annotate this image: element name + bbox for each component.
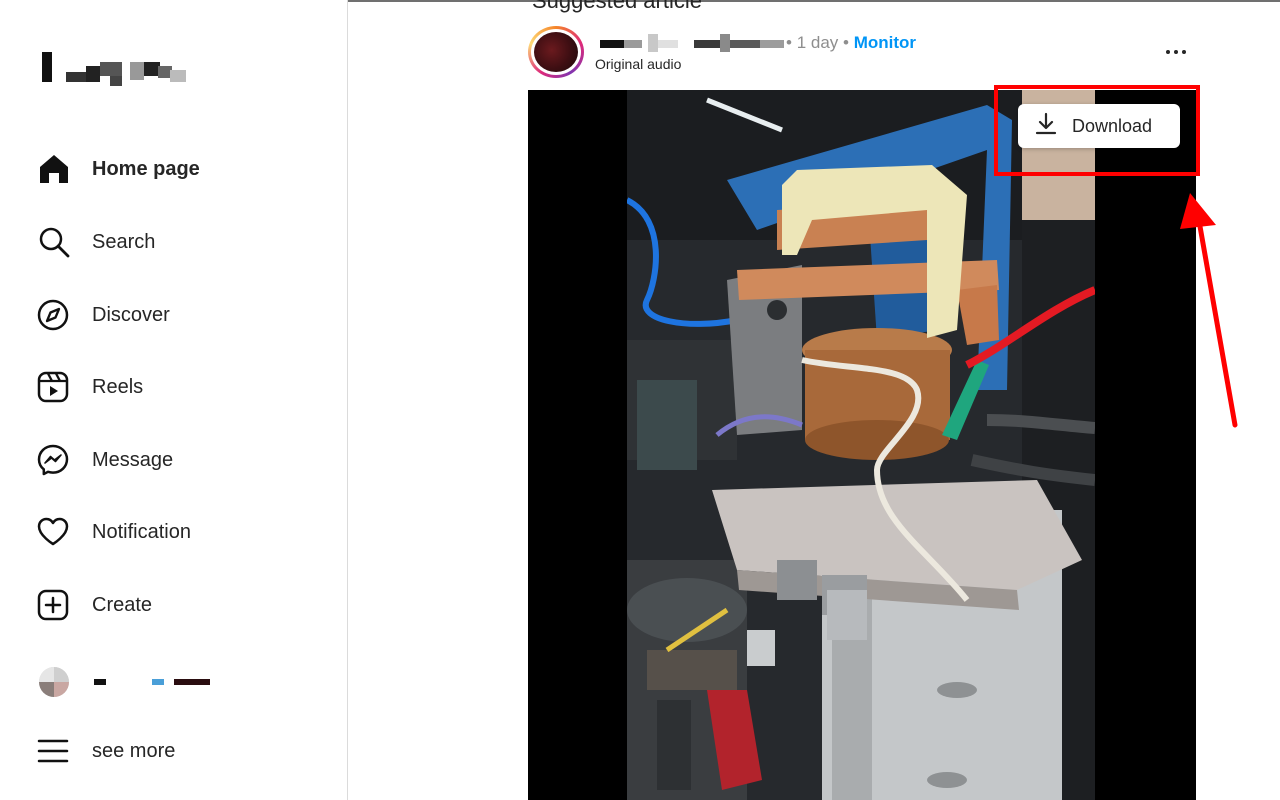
sidebar-item-label: Reels <box>92 375 144 398</box>
heart-icon <box>24 512 78 552</box>
sidebar-item-discover[interactable]: Discover <box>24 287 324 343</box>
sidebar-item-label: see more <box>92 739 176 762</box>
sidebar-item-search[interactable]: Search <box>24 214 324 270</box>
section-title: Suggested article <box>532 0 702 13</box>
avatar <box>39 667 69 697</box>
dot-icon <box>1182 50 1186 54</box>
reels-icon <box>24 367 78 407</box>
original-audio-link[interactable]: Original audio <box>595 56 681 72</box>
post-author-username-blurred[interactable] <box>600 34 790 52</box>
sidebar-item-label: Discover <box>92 303 170 326</box>
sidebar-item-label: Home page <box>92 157 200 180</box>
post-meta: • 1 day • Monitor <box>786 33 916 53</box>
sidebar-item-label: Search <box>92 230 156 253</box>
sidebar-item-message[interactable]: Message <box>24 432 324 488</box>
compass-icon <box>24 295 78 335</box>
meta-separator: • <box>786 33 792 52</box>
sidebar-item-profile[interactable] <box>24 654 324 710</box>
dot-icon <box>1174 50 1178 54</box>
annotation-highlight-box <box>994 85 1200 176</box>
sidebar-item-label: Create <box>92 593 153 616</box>
post-time: 1 day <box>796 33 839 52</box>
video-frame <box>627 90 1095 800</box>
meta-separator: • <box>843 33 849 52</box>
sidebar-item-notification[interactable]: Notification <box>24 504 324 560</box>
more-options-button[interactable] <box>1156 34 1196 70</box>
annotation-arrow <box>1180 193 1238 428</box>
dot-icon <box>1166 50 1170 54</box>
post-header: • 1 day • Monitor Original audio <box>528 26 1196 82</box>
messenger-icon <box>24 440 78 480</box>
motor-solenoid-photo <box>627 90 1095 800</box>
sidebar-item-create[interactable]: Create <box>24 577 324 633</box>
sidebar-item-see-more[interactable]: see more <box>24 723 324 779</box>
post-author-avatar[interactable] <box>528 26 584 78</box>
brand-logo[interactable] <box>40 52 190 88</box>
sidebar-item-home[interactable]: Home page <box>24 141 324 197</box>
home-icon <box>24 149 78 189</box>
menu-icon <box>24 731 78 771</box>
sidebar-item-label: Notification <box>92 520 191 543</box>
sidebar-item-reels[interactable]: Reels <box>24 359 324 415</box>
profile-username-blurred <box>94 677 224 687</box>
search-icon <box>24 222 78 262</box>
plus-square-icon <box>24 585 78 625</box>
follow-button[interactable]: Monitor <box>854 33 916 52</box>
post-video[interactable] <box>528 90 1196 800</box>
sidebar-item-label: Message <box>92 448 174 471</box>
sidebar: Home page Search Discover Reels Message … <box>0 0 348 800</box>
